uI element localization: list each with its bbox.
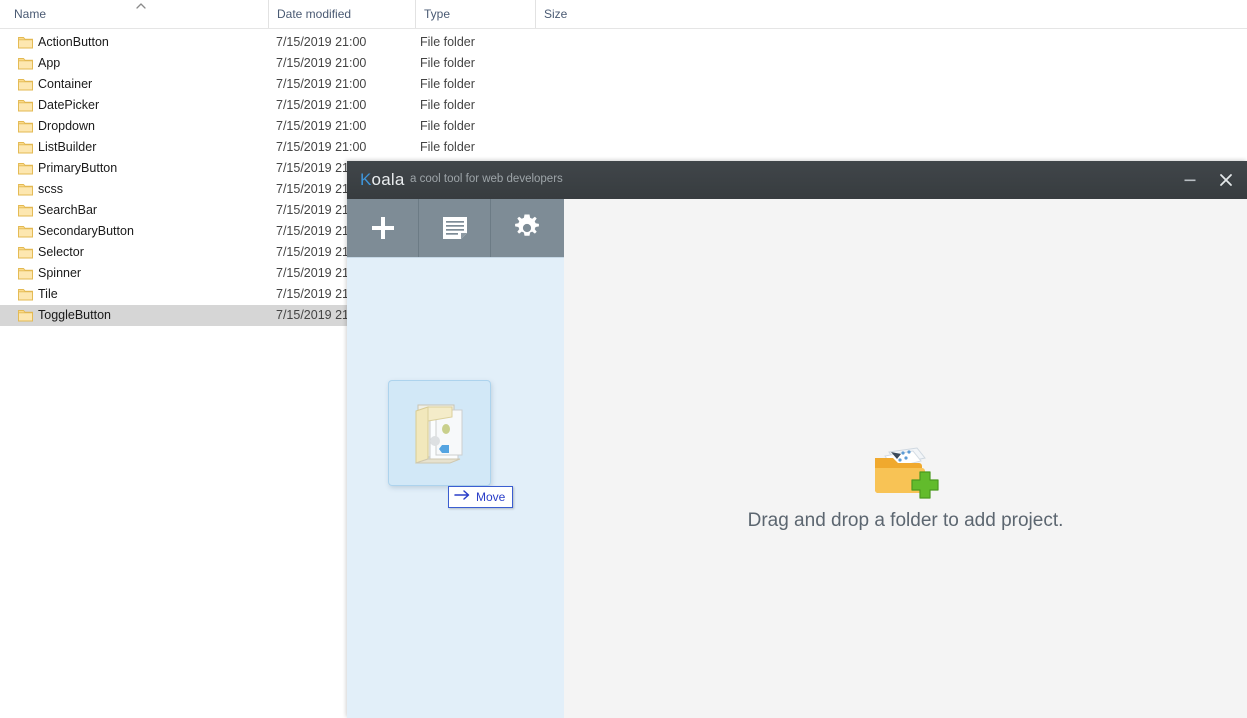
row-name: Container [38, 77, 93, 91]
row-name: ActionButton [38, 35, 109, 49]
folder-icon [18, 204, 33, 217]
row-name: DatePicker [38, 98, 100, 112]
folder-icon [18, 288, 33, 301]
row-type: File folder [420, 119, 475, 133]
folder-icon [18, 309, 33, 322]
column-header-size[interactable]: Size [535, 0, 615, 28]
row-name: Tile [38, 287, 58, 301]
koala-right-panel: Drag and drop a folder to add project. [564, 199, 1247, 718]
table-row[interactable]: DatePicker 7/15/2019 21:00 File folder [0, 95, 1247, 116]
koala-titlebar[interactable]: Koala a cool tool for web developers [347, 161, 1247, 199]
table-row[interactable]: ActionButton 7/15/2019 21:00 File folder [0, 32, 1247, 53]
drag-move-tooltip: Move [448, 486, 514, 508]
row-name: ListBuilder [38, 140, 97, 154]
row-date-modified: 7/15/2019 21:00 [276, 119, 367, 133]
row-size [540, 32, 612, 53]
row-type: File folder [420, 140, 475, 154]
folder-icon [18, 267, 33, 280]
folder-icon [18, 246, 33, 259]
row-type: File folder [420, 56, 475, 70]
row-date-modified: 7/15/2019 21:00 [276, 140, 367, 154]
koala-toolbar [347, 199, 564, 257]
row-name: PrimaryButton [38, 161, 118, 175]
row-size [540, 95, 612, 116]
column-header-type[interactable]: Type [415, 0, 535, 28]
project-dropzone[interactable]: Drag and drop a folder to add project. [564, 199, 1247, 718]
header-divider [0, 28, 1247, 29]
toolbar-divider [347, 257, 564, 258]
row-size [540, 137, 612, 158]
row-name: SecondaryButton [38, 224, 134, 238]
folder-icon [18, 162, 33, 175]
file-list-button[interactable] [419, 199, 491, 257]
row-type: File folder [420, 77, 475, 91]
row-date-modified: 7/15/2019 21:00 [276, 98, 367, 112]
folder-add-icon [867, 442, 945, 500]
row-name: Spinner [38, 266, 82, 280]
minimize-button[interactable] [1173, 161, 1207, 199]
folder-icon [18, 141, 33, 154]
row-date-modified: 7/15/2019 21:00 [276, 56, 367, 70]
table-row[interactable]: Dropdown 7/15/2019 21:00 File folder [0, 116, 1247, 137]
add-project-button[interactable] [347, 199, 419, 257]
row-name: scss [38, 182, 63, 196]
row-size [540, 116, 612, 137]
table-row[interactable]: App 7/15/2019 21:00 File folder [0, 53, 1247, 74]
drag-move-label: Move [476, 490, 506, 504]
row-size [540, 74, 612, 95]
folder-icon [18, 99, 33, 112]
dropzone-message: Drag and drop a folder to add project. [747, 510, 1064, 531]
koala-logo: Koala [360, 170, 405, 190]
folder-icon [18, 78, 33, 91]
row-name: Dropdown [38, 119, 95, 133]
sort-ascending-icon [133, 1, 149, 11]
column-header-date-modified[interactable]: Date modified [268, 0, 415, 28]
folder-icon [18, 183, 33, 196]
column-header-row: Name Date modified Type Size [0, 0, 1247, 28]
row-date-modified: 7/15/2019 21:00 [276, 35, 367, 49]
row-name: Selector [38, 245, 84, 259]
koala-logo-rest: oala [371, 170, 405, 189]
row-name: SearchBar [38, 203, 98, 217]
folder-icon [18, 225, 33, 238]
row-name: ToggleButton [38, 308, 111, 322]
folder-icon [18, 36, 33, 49]
folder-icon [18, 57, 33, 70]
drag-ghost-image [388, 380, 491, 486]
arrow-right-icon [454, 488, 471, 506]
folder-icon [18, 120, 33, 133]
table-row[interactable]: Container 7/15/2019 21:00 File folder [0, 74, 1247, 95]
row-size [540, 53, 612, 74]
settings-button[interactable] [491, 199, 563, 257]
row-type: File folder [420, 35, 475, 49]
row-name: App [38, 56, 61, 70]
row-date-modified: 7/15/2019 21:00 [276, 77, 367, 91]
row-type: File folder [420, 98, 475, 112]
close-button[interactable] [1209, 161, 1243, 199]
table-row[interactable]: ListBuilder 7/15/2019 21:00 File folder [0, 137, 1247, 158]
koala-logo-initial: K [360, 170, 372, 189]
koala-tagline: a cool tool for web developers [410, 173, 563, 185]
